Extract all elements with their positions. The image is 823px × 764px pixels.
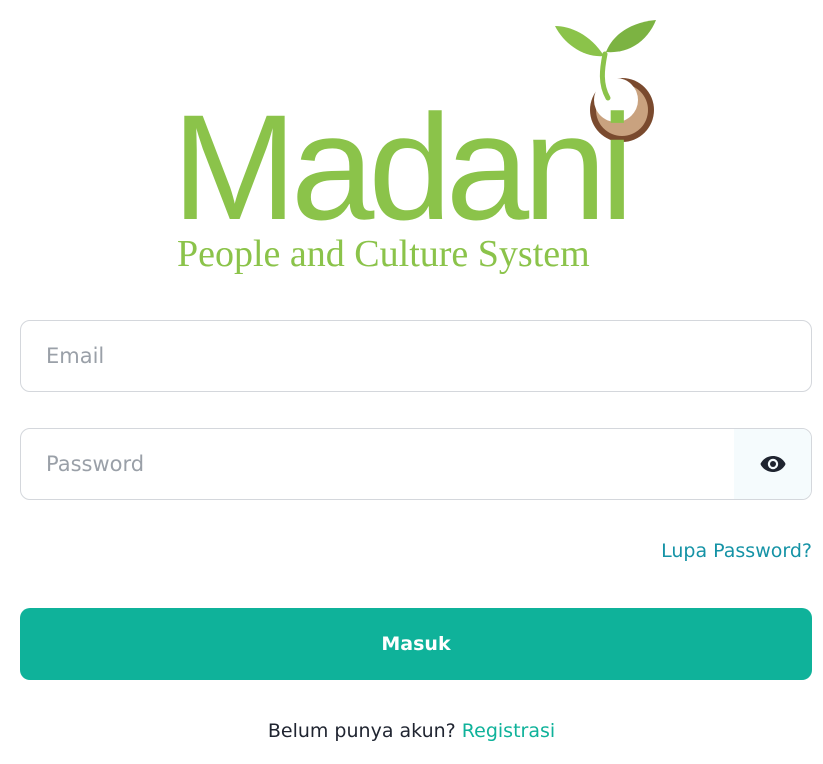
email-field-container (20, 320, 812, 392)
register-prompt-text: Belum punya akun? (267, 720, 456, 742)
register-prompt-row: Belum punya akun? Registrasi (0, 720, 823, 742)
eye-icon (760, 456, 785, 472)
email-field[interactable] (21, 321, 811, 391)
show-password-toggle[interactable] (734, 429, 811, 499)
password-field-container (20, 428, 812, 500)
madani-logo: Madani People and Culture System (0, 0, 823, 300)
login-button[interactable]: Masuk (20, 608, 812, 680)
logo-tagline: People and Culture System (177, 233, 590, 275)
forgot-password-link[interactable]: Lupa Password? (661, 540, 812, 562)
logo-wordmark: Madani (172, 83, 634, 251)
password-field[interactable] (21, 429, 736, 499)
register-link[interactable]: Registrasi (462, 720, 555, 742)
